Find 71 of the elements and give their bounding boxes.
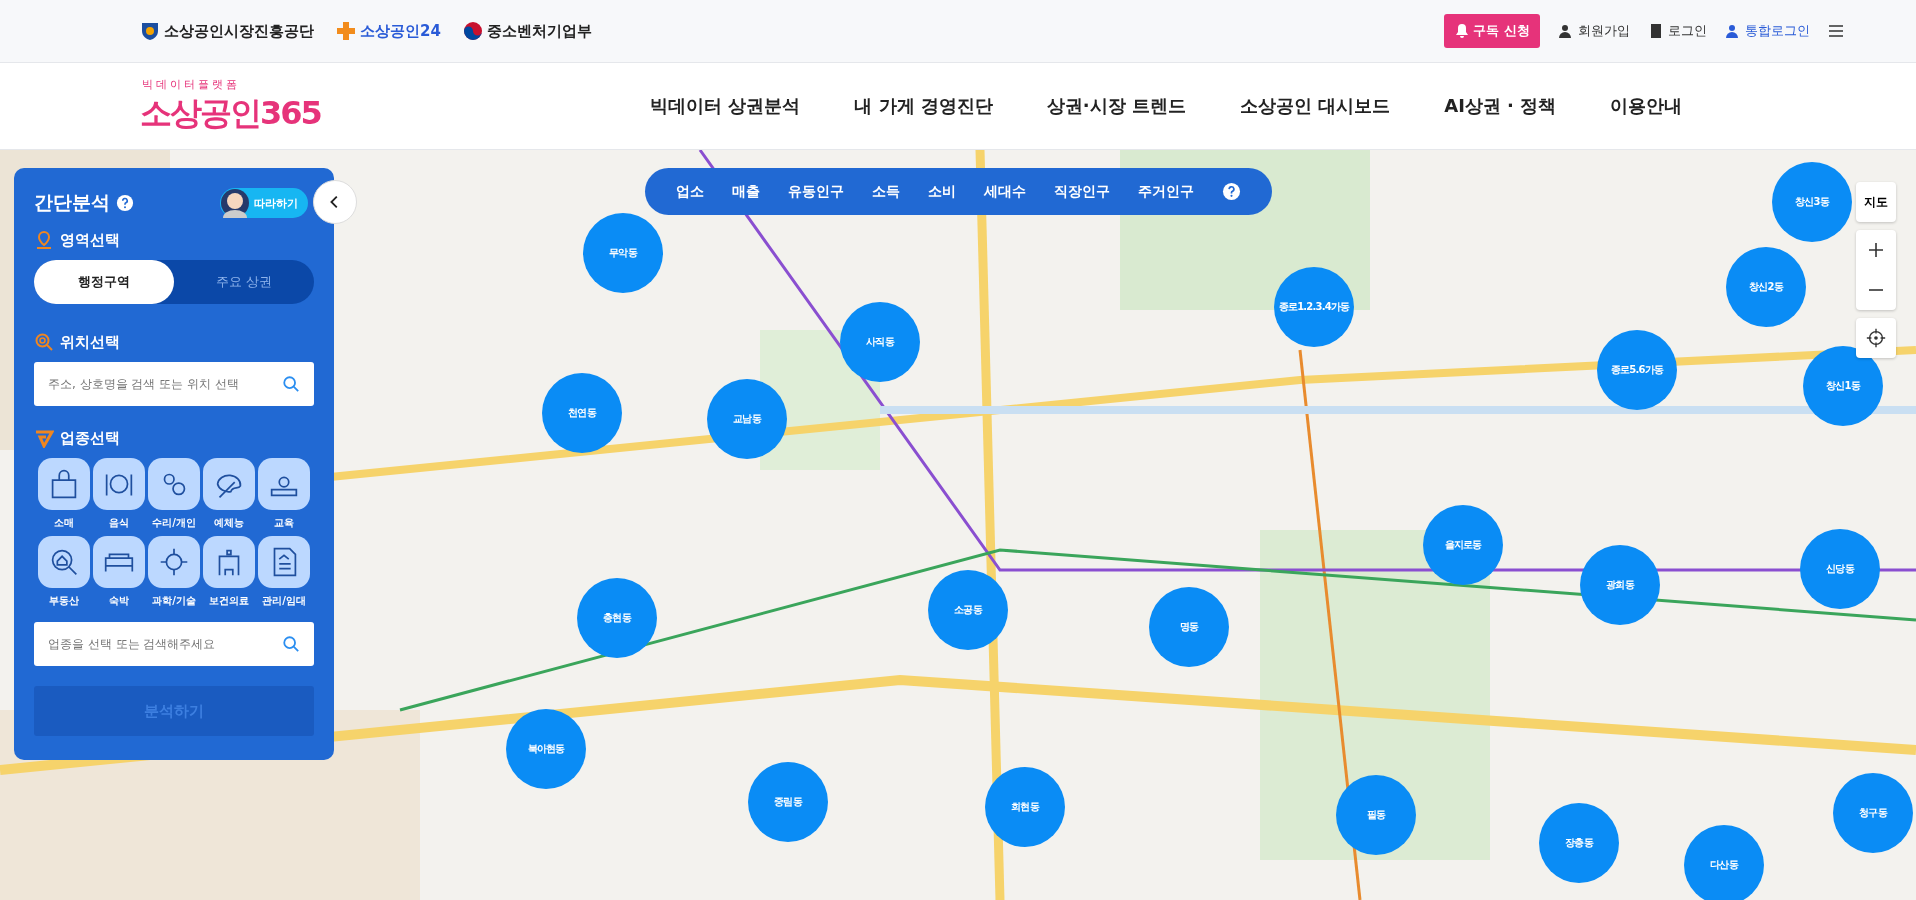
industry-button[interactable] — [148, 536, 200, 588]
pin-icon — [34, 230, 54, 250]
org-link[interactable]: 소상공인24 — [336, 21, 441, 41]
top-link[interactable]: 로그인 — [1648, 22, 1707, 40]
industry-label: 교육 — [274, 516, 294, 530]
user-icon — [1558, 23, 1574, 39]
section-title: 영역선택 — [60, 230, 120, 250]
avatar-icon — [220, 188, 250, 218]
locate-button[interactable] — [1856, 318, 1896, 358]
area-tab[interactable]: 행정구역 — [34, 260, 174, 304]
industry-button[interactable] — [203, 458, 255, 510]
org-link[interactable]: 중소벤처기업부 — [462, 21, 592, 41]
top-link[interactable]: 통합로그인 — [1725, 22, 1810, 40]
category-tab[interactable]: 직장인구 — [1054, 182, 1110, 201]
help-icon[interactable] — [1222, 182, 1241, 201]
industry-button[interactable] — [38, 458, 90, 510]
category-tab[interactable]: 소득 — [872, 182, 900, 201]
section-title: 업종선택 — [60, 428, 120, 448]
nav-item[interactable]: 이용안내 — [1610, 94, 1683, 118]
industry-button[interactable] — [93, 458, 145, 510]
shield-icon — [140, 21, 160, 41]
industry-button[interactable] — [258, 458, 310, 510]
industry-button[interactable] — [258, 536, 310, 588]
industry-label: 소매 — [54, 516, 74, 530]
industry-label: 보건의료 — [209, 594, 249, 608]
category-tab[interactable]: 주거인구 — [1138, 182, 1194, 201]
nav-item[interactable]: 소상공인 대시보드 — [1239, 94, 1391, 118]
industry-search-field[interactable]: 업종을 선택 또는 검색해주세요 — [34, 622, 314, 666]
crosshair-icon — [1865, 327, 1887, 349]
nav-item[interactable]: AI상권 · 정책 — [1444, 94, 1557, 118]
industry-label: 관리/임대 — [262, 594, 306, 608]
industry-label: 음식 — [109, 516, 129, 530]
industry-label: 과학/기술 — [152, 594, 196, 608]
industry-label: 수리/개인 — [152, 516, 196, 530]
industry-label: 부동산 — [49, 594, 79, 608]
category-tab[interactable]: 업소 — [676, 182, 704, 201]
nav-item[interactable]: 내 가게 경영진단 — [854, 94, 993, 118]
help-icon[interactable] — [116, 194, 134, 212]
subscribe-button[interactable]: 구독 신청 — [1444, 14, 1540, 48]
follow-button[interactable]: 따라하기 — [220, 188, 308, 218]
logo-text: 소상공인365 — [140, 92, 321, 134]
industry-button[interactable] — [38, 536, 90, 588]
industry-button[interactable] — [93, 536, 145, 588]
panel-title: 간단분석 — [34, 190, 110, 215]
users-icon — [1725, 23, 1741, 39]
search-icon — [34, 332, 54, 352]
plus-icon — [336, 21, 356, 41]
nav-item[interactable]: 빅데이터 상권분석 — [650, 94, 801, 118]
search-icon[interactable] — [282, 375, 300, 393]
menu-icon[interactable] — [1828, 23, 1844, 39]
taegeuk-icon — [462, 21, 483, 41]
search-icon[interactable] — [282, 635, 300, 653]
category-tab[interactable]: 유동인구 — [788, 182, 844, 201]
bell-icon — [1454, 23, 1471, 39]
logo[interactable]: 빅데이터플랫폼 소상공인365 — [140, 76, 380, 136]
industry-button[interactable] — [203, 536, 255, 588]
top-link[interactable]: 회원가입 — [1558, 22, 1630, 40]
door-icon — [1648, 23, 1664, 39]
logo-tagline: 빅데이터플랫폼 — [142, 76, 240, 92]
industry-label: 숙박 — [109, 594, 129, 608]
industry-label: 예체능 — [214, 516, 244, 530]
industry-button[interactable] — [148, 458, 200, 510]
section-title: 위치선택 — [60, 332, 120, 352]
nav-item[interactable]: 상권·시장 트렌드 — [1046, 94, 1186, 118]
category-tab[interactable]: 소비 — [928, 182, 956, 201]
location-search-field[interactable]: 주소, 상호명을 검색 또는 위치 선택 — [34, 362, 314, 406]
category-tab[interactable]: 매출 — [732, 182, 760, 201]
area-tab[interactable]: 주요 상권 — [174, 260, 314, 304]
map-type-button[interactable]: 지도 — [1856, 182, 1896, 222]
org-link[interactable]: 소상공인시장진흥공단 — [140, 21, 314, 41]
category-tab[interactable]: 세대수 — [984, 182, 1026, 201]
